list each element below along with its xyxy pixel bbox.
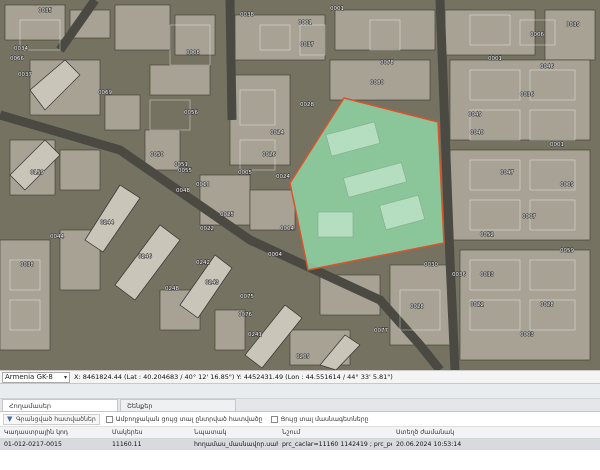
- cell-created-time: 20.06.2024 10:53:14: [396, 441, 462, 448]
- crs-select-value: Armenia GK-8: [5, 373, 53, 381]
- parcel-label: 0038: [20, 262, 34, 268]
- parcel-label: 0025: [220, 212, 234, 218]
- parcel-label: 0022: [200, 226, 214, 232]
- parcel-label: 0028: [410, 304, 424, 310]
- parcel-label: 0050: [150, 152, 164, 158]
- column-header-cadastral-code[interactable]: Կադաստրային կոդ: [0, 429, 108, 436]
- parcel-label: 0001: [330, 6, 344, 12]
- parcel-label: 0004: [268, 252, 282, 258]
- table-header-row: Կադաստրային կոդ Մակերես Նպատակ Նշում Ստե…: [0, 427, 600, 439]
- parcel-label: 0248: [165, 286, 179, 292]
- crs-select[interactable]: Armenia GK-8 ▾: [2, 371, 70, 383]
- parcel-label: 0076: [238, 312, 252, 318]
- parcel-label: 0048: [176, 188, 190, 194]
- cell-cadastral-code: 01-012-0217-0015: [4, 441, 62, 448]
- parcel-label: 0044: [50, 234, 64, 240]
- results-toolbar: ▼ Գրանցված հատվածներ Ամբողջական ցույց տա…: [0, 412, 600, 427]
- parcel-label: 0036: [520, 92, 534, 98]
- parcel-label: 0005: [238, 170, 252, 176]
- parcel-label: 0242: [196, 260, 210, 266]
- parcel-label: 0059: [560, 248, 574, 254]
- parcel-label: 0033: [480, 272, 494, 278]
- parcel-label: 0028: [300, 102, 314, 108]
- parcel-label: 0077: [374, 328, 388, 334]
- filter-icon: ▼: [7, 414, 13, 423]
- parcel-label: 0051: [174, 162, 188, 168]
- parcel-label: 0159: [30, 170, 44, 176]
- parcel-label: 0001: [488, 56, 502, 62]
- parcel-label: 0028: [540, 302, 554, 308]
- results-panel: ▼ Գրանցված հատվածներ Ամբողջական ցույց տա…: [0, 411, 600, 470]
- parcel-label: 0030: [424, 262, 438, 268]
- show-specialists-toggle[interactable]: Ցույց տալ մասնագետները: [270, 415, 369, 423]
- parcel-label: 0001: [550, 142, 564, 148]
- column-header-area[interactable]: Մակերես: [108, 429, 190, 436]
- parcel-label: 0004: [280, 226, 294, 232]
- tab-parcels-label: Հողամասեր: [9, 401, 52, 410]
- registered-sections-label: Գրանցված հատվածներ: [16, 415, 96, 423]
- parcel-label: 0006: [530, 32, 544, 38]
- parcel-label: 0037: [18, 72, 32, 78]
- parcel-label: 0049: [468, 112, 482, 118]
- parcel-label: 0009: [560, 182, 574, 188]
- parcel-label: 0056: [184, 110, 198, 116]
- parcel-label: 0026: [262, 152, 276, 158]
- parcel-label: 0055: [178, 168, 192, 174]
- parcel-label: 0080: [370, 80, 384, 86]
- parcel-label: 0024: [276, 174, 290, 180]
- tab-buildings-label: Շենքեր: [127, 401, 153, 410]
- parcel-label: 0003: [520, 332, 534, 338]
- parcel-label: 0052: [480, 232, 494, 238]
- show-specialists-checkbox[interactable]: [270, 415, 278, 423]
- tab-bar: Հողամասեր Շենքեր: [0, 398, 600, 411]
- coordinate-readout: X: 8461824.44 (Lat : 40.204683 / 40° 12'…: [74, 373, 393, 381]
- parcel-label: 0075: [240, 294, 254, 300]
- results-table: Կադաստրային կոդ Մակերես Նպատակ Նշում Ստե…: [0, 427, 600, 450]
- map-view[interactable]: 0035 0034 0001 0001 0066 0069 0006 0008 0036 0037…: [0, 0, 600, 370]
- parcel-label: 0246: [138, 254, 152, 260]
- column-header-created-time[interactable]: Ստեղծ ժամանակ: [392, 429, 492, 436]
- parcel-label: 0034: [14, 46, 28, 52]
- parcel-label: 0047: [500, 170, 514, 176]
- cell-area: 11160.11: [112, 441, 142, 448]
- registered-sections-button[interactable]: ▼ Գրանցված հատվածներ: [3, 413, 100, 425]
- cell-purpose: հողամաս_մասնավոր.սահման: [194, 441, 278, 448]
- column-header-purpose[interactable]: Նպատակ: [190, 429, 278, 436]
- spacer-band: [0, 384, 600, 398]
- parcel-label: 0022: [470, 302, 484, 308]
- parcel-label: 0035: [38, 8, 52, 14]
- show-specialists-label: Ցույց տալ մասնագետները: [280, 415, 369, 423]
- map-canvas[interactable]: 0035 0034 0001 0001 0066 0069 0006 0008 0036 0037…: [0, 0, 600, 370]
- chevron-down-icon: ▾: [63, 373, 67, 381]
- parcel-label: 0244: [100, 220, 114, 226]
- parcel-label: 0039: [566, 22, 580, 28]
- parcel-label: 0046: [540, 64, 554, 70]
- parcel-label: 0024: [270, 130, 284, 136]
- parcel-label: 0008: [186, 50, 200, 56]
- parcel-label: 0037: [300, 42, 314, 48]
- show-full-selection-checkbox[interactable]: [105, 415, 113, 423]
- cell-note: prc_caclar=11160 1142419 ; prc_peri...: [282, 441, 392, 448]
- show-full-selection-label: Ամբողջական ցույց տալ ընտրված հատվածը: [115, 415, 263, 423]
- coordinate-bar: Armenia GK-8 ▾ X: 8461824.44 (Lat : 40.2…: [0, 370, 600, 384]
- parcel-label: 0241: [248, 332, 262, 338]
- parcel-label: 0040: [470, 130, 484, 136]
- table-row[interactable]: 01-012-0217-0015 11160.11 հողամաս_մասնավ…: [0, 439, 600, 450]
- parcel-label: 0010: [196, 182, 210, 188]
- parcel-label: 0078: [380, 60, 394, 66]
- parcel-label: 0038: [240, 12, 254, 18]
- parcel-label: 0069: [98, 90, 112, 96]
- parcel-label: 0209: [296, 354, 310, 360]
- parcel-label: 0036: [452, 272, 466, 278]
- parcel-label: 0001: [298, 20, 312, 26]
- parcel-label: 0066: [10, 56, 24, 62]
- parcel-label: 0007: [522, 214, 536, 220]
- parcel-label: 0243: [205, 280, 219, 286]
- show-full-selection-toggle[interactable]: Ամբողջական ցույց տալ ընտրված հատվածը: [105, 415, 263, 423]
- tab-buildings[interactable]: Շենքեր: [120, 399, 236, 411]
- tab-parcels[interactable]: Հողամասեր: [2, 399, 118, 411]
- column-header-note[interactable]: Նշում: [278, 429, 392, 436]
